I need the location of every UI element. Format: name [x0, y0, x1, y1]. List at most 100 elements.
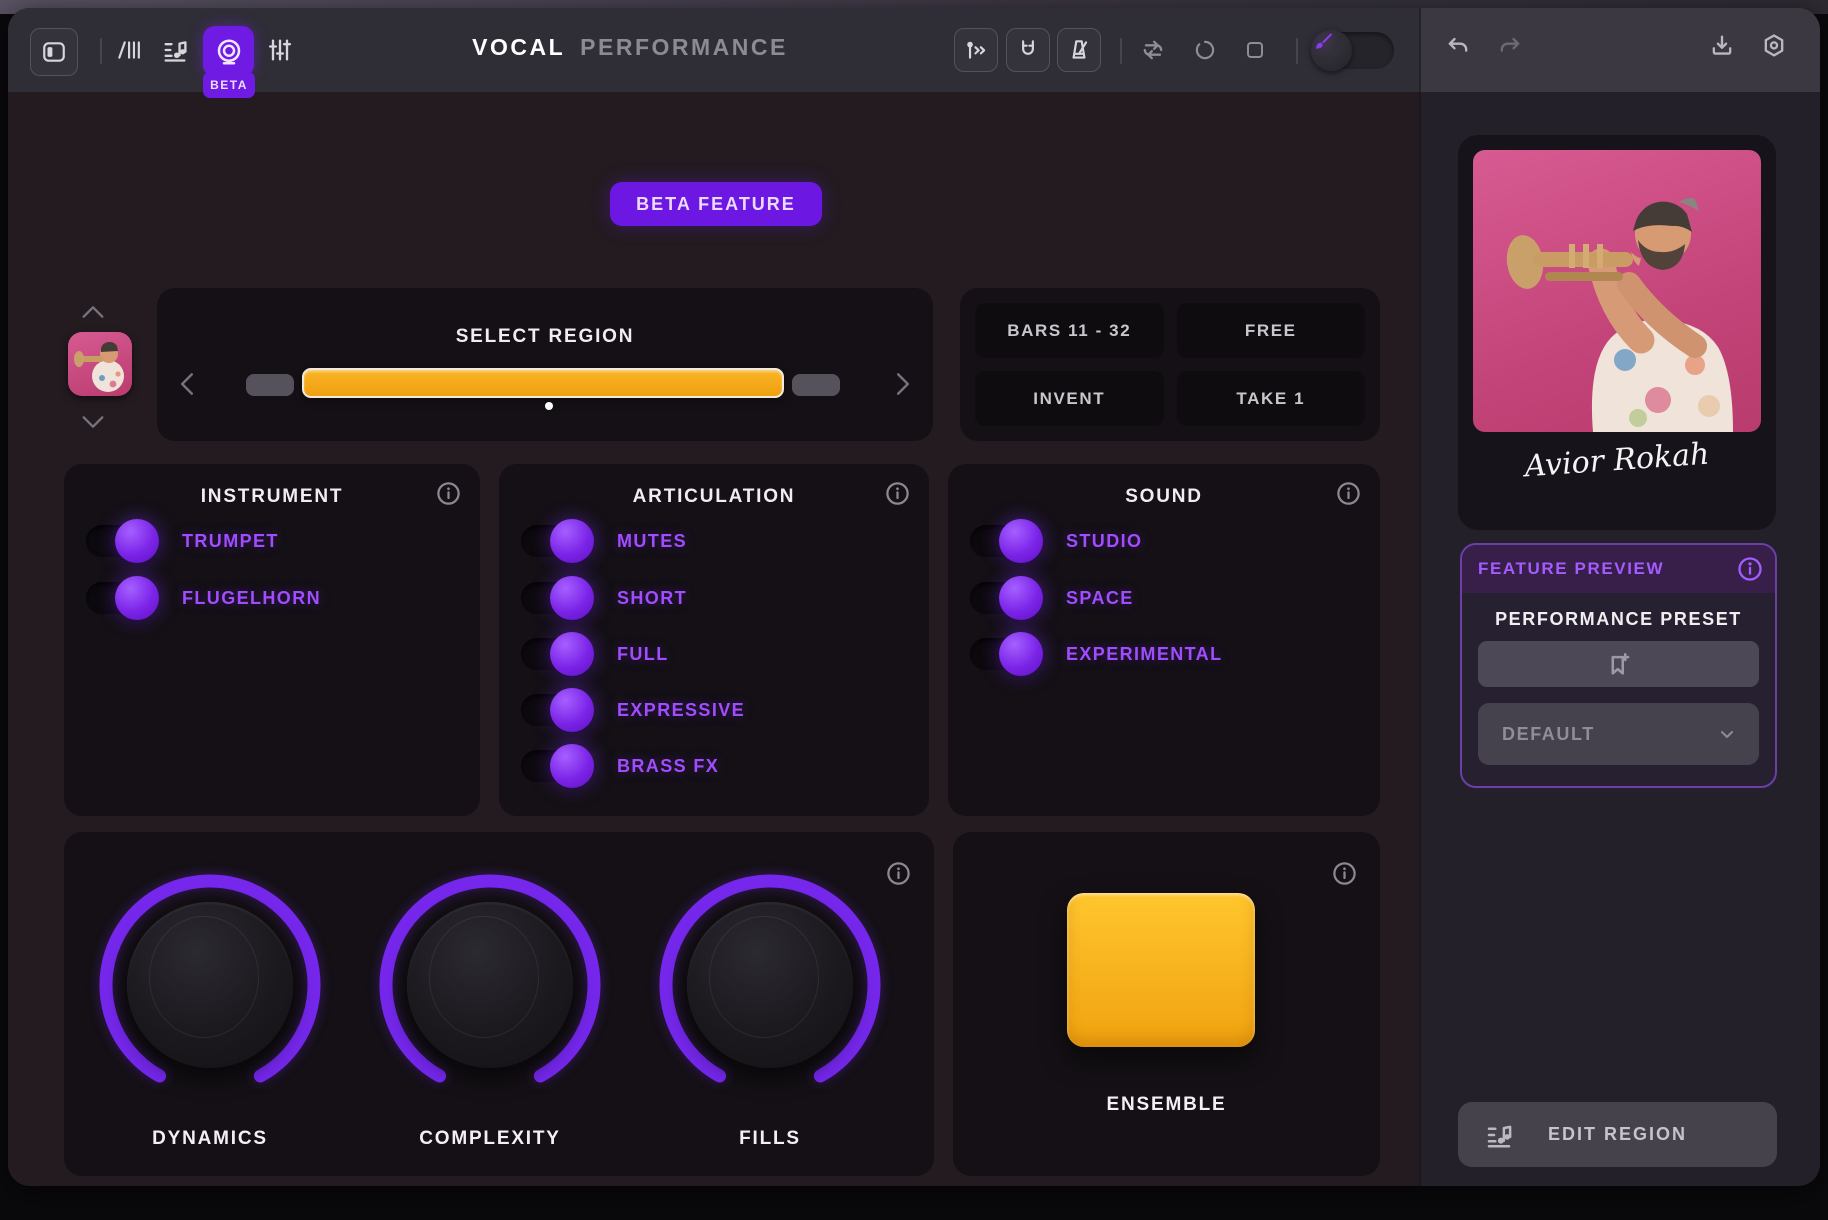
beta-tag: BETA	[203, 72, 255, 98]
region-segment-after[interactable]	[792, 374, 840, 396]
instrument-info-button[interactable]	[435, 480, 462, 507]
articulation-info-button[interactable]	[884, 480, 911, 507]
toggle-knob	[550, 688, 594, 732]
track-thumbnail[interactable]	[68, 332, 132, 396]
arrangement-button[interactable]	[158, 34, 192, 66]
knob-label: DYNAMICS	[85, 1128, 335, 1150]
flugelhorn-toggle[interactable]	[86, 582, 150, 614]
ensemble-info-button[interactable]	[1331, 860, 1358, 887]
plugin-window: BETA VOCAL PERFORMANCE	[8, 8, 1820, 1186]
undo-button[interactable]	[1442, 30, 1474, 62]
articulation-panel: ARTICULATION MUTES SHORT FULL EXPRESSIVE…	[499, 464, 929, 816]
save-preset-button[interactable]	[1478, 641, 1759, 687]
performance-preset-title: PERFORMANCE PRESET	[1462, 609, 1775, 630]
toggle-knob	[115, 519, 159, 563]
toggle-row: EXPERIMENTAL	[970, 632, 1222, 676]
studio-toggle[interactable]	[970, 525, 1034, 557]
toggle-row: BRASS FX	[521, 744, 719, 788]
toggle-label: SPACE	[1066, 588, 1134, 609]
snap-button[interactable]	[1006, 28, 1050, 72]
articulation-title: ARTICULATION	[499, 486, 929, 508]
brush-mode-toggle[interactable]	[1312, 32, 1394, 69]
feature-preview-info-button[interactable]	[1736, 555, 1763, 582]
complexity-knob[interactable]: COMPLEXITY	[365, 860, 615, 1160]
select-region-title: SELECT REGION	[157, 326, 933, 348]
faders-button[interactable]	[263, 34, 297, 66]
mutes-toggle[interactable]	[521, 525, 585, 557]
edit-region-label: EDIT REGION	[1458, 1124, 1777, 1145]
region-next-track-button[interactable]	[75, 408, 111, 436]
beta-feature-icon	[214, 37, 244, 67]
feature-preview-title: FEATURE PREVIEW	[1478, 559, 1664, 579]
download-button[interactable]	[1706, 30, 1738, 62]
toggle-label: EXPERIMENTAL	[1066, 644, 1222, 665]
stop-button[interactable]	[1239, 34, 1271, 66]
metronome-button[interactable]	[1057, 28, 1101, 72]
region-scroll-right-button[interactable]	[889, 370, 917, 398]
redo-icon	[1496, 32, 1524, 60]
knob-body	[407, 902, 573, 1068]
performance-knobs-panel: DYNAMICS COMPLEXITY FILLS	[64, 832, 934, 1176]
toggle-label: SHORT	[617, 588, 687, 609]
fills-knob[interactable]: FILLS	[645, 860, 895, 1160]
ensemble-panel: ENSEMBLE	[953, 832, 1380, 1176]
bars-range-button[interactable]: BARS 11 - 32	[975, 303, 1164, 358]
bookmark-plus-icon	[1604, 649, 1634, 679]
toggle-knob	[999, 576, 1043, 620]
toggle-row: SHORT	[521, 576, 687, 620]
edit-region-button[interactable]: EDIT REGION	[1458, 1102, 1777, 1167]
expressive-toggle[interactable]	[521, 694, 585, 726]
full-toggle[interactable]	[521, 638, 585, 670]
arrangement-icon	[161, 36, 189, 64]
instrument-title: INSTRUMENT	[64, 486, 480, 508]
region-prev-button[interactable]	[75, 298, 111, 326]
brush-toggle-knob	[1311, 30, 1352, 71]
toggle-row: FLUGELHORN	[86, 576, 321, 620]
mode-button[interactable]: FREE	[1177, 303, 1366, 358]
toolbar-divider	[1296, 38, 1298, 64]
cycle-record-button[interactable]	[1189, 34, 1221, 66]
ensemble-label: ENSEMBLE	[953, 1094, 1380, 1116]
loop-icon	[1139, 36, 1167, 64]
info-icon	[1335, 480, 1362, 507]
sound-info-button[interactable]	[1335, 480, 1362, 507]
preset-dropdown[interactable]: DEFAULT	[1478, 703, 1759, 765]
toggle-row: STUDIO	[970, 519, 1142, 563]
sidebar-toggle-icon	[41, 39, 67, 65]
experimental-toggle[interactable]	[970, 638, 1034, 670]
region-selection-handle[interactable]	[302, 368, 784, 398]
ensemble-pad[interactable]	[1067, 893, 1255, 1047]
sidebar-toggle-button[interactable]	[30, 28, 78, 76]
toggle-knob	[999, 519, 1043, 563]
knob-body	[127, 902, 293, 1068]
beta-feature-mode-button[interactable]	[203, 26, 254, 77]
toggle-row: FULL	[521, 632, 669, 676]
short-toggle[interactable]	[521, 582, 585, 614]
region-page-dot	[545, 402, 553, 410]
loop-button[interactable]	[1137, 34, 1169, 66]
toggle-label: FLUGELHORN	[182, 588, 321, 609]
toggle-knob	[999, 632, 1043, 676]
toggle-label: BRASS FX	[617, 756, 719, 777]
info-icon	[1331, 860, 1358, 887]
region-scroll-left-button[interactable]	[173, 370, 201, 398]
follow-playhead-icon	[963, 37, 989, 63]
region-segment-before[interactable]	[246, 374, 294, 396]
invent-button[interactable]: INVENT	[975, 371, 1164, 426]
trumpet-toggle[interactable]	[86, 525, 150, 557]
undo-icon	[1444, 32, 1472, 60]
settings-button[interactable]	[1758, 30, 1790, 62]
follow-playhead-button[interactable]	[954, 28, 998, 72]
dynamics-knob[interactable]: DYNAMICS	[85, 860, 335, 1160]
chevron-down-icon	[79, 411, 107, 433]
space-toggle[interactable]	[970, 582, 1034, 614]
plugin-title: VOCAL PERFORMANCE	[460, 34, 800, 61]
redo-button[interactable]	[1494, 30, 1526, 62]
strings-button[interactable]	[112, 34, 144, 66]
chevron-up-icon	[79, 301, 107, 323]
take-button[interactable]: TAKE 1	[1177, 371, 1366, 426]
toggle-row: EXPRESSIVE	[521, 688, 745, 732]
brass-fx-toggle[interactable]	[521, 750, 585, 782]
download-icon	[1708, 32, 1736, 60]
strings-icon	[115, 37, 141, 63]
